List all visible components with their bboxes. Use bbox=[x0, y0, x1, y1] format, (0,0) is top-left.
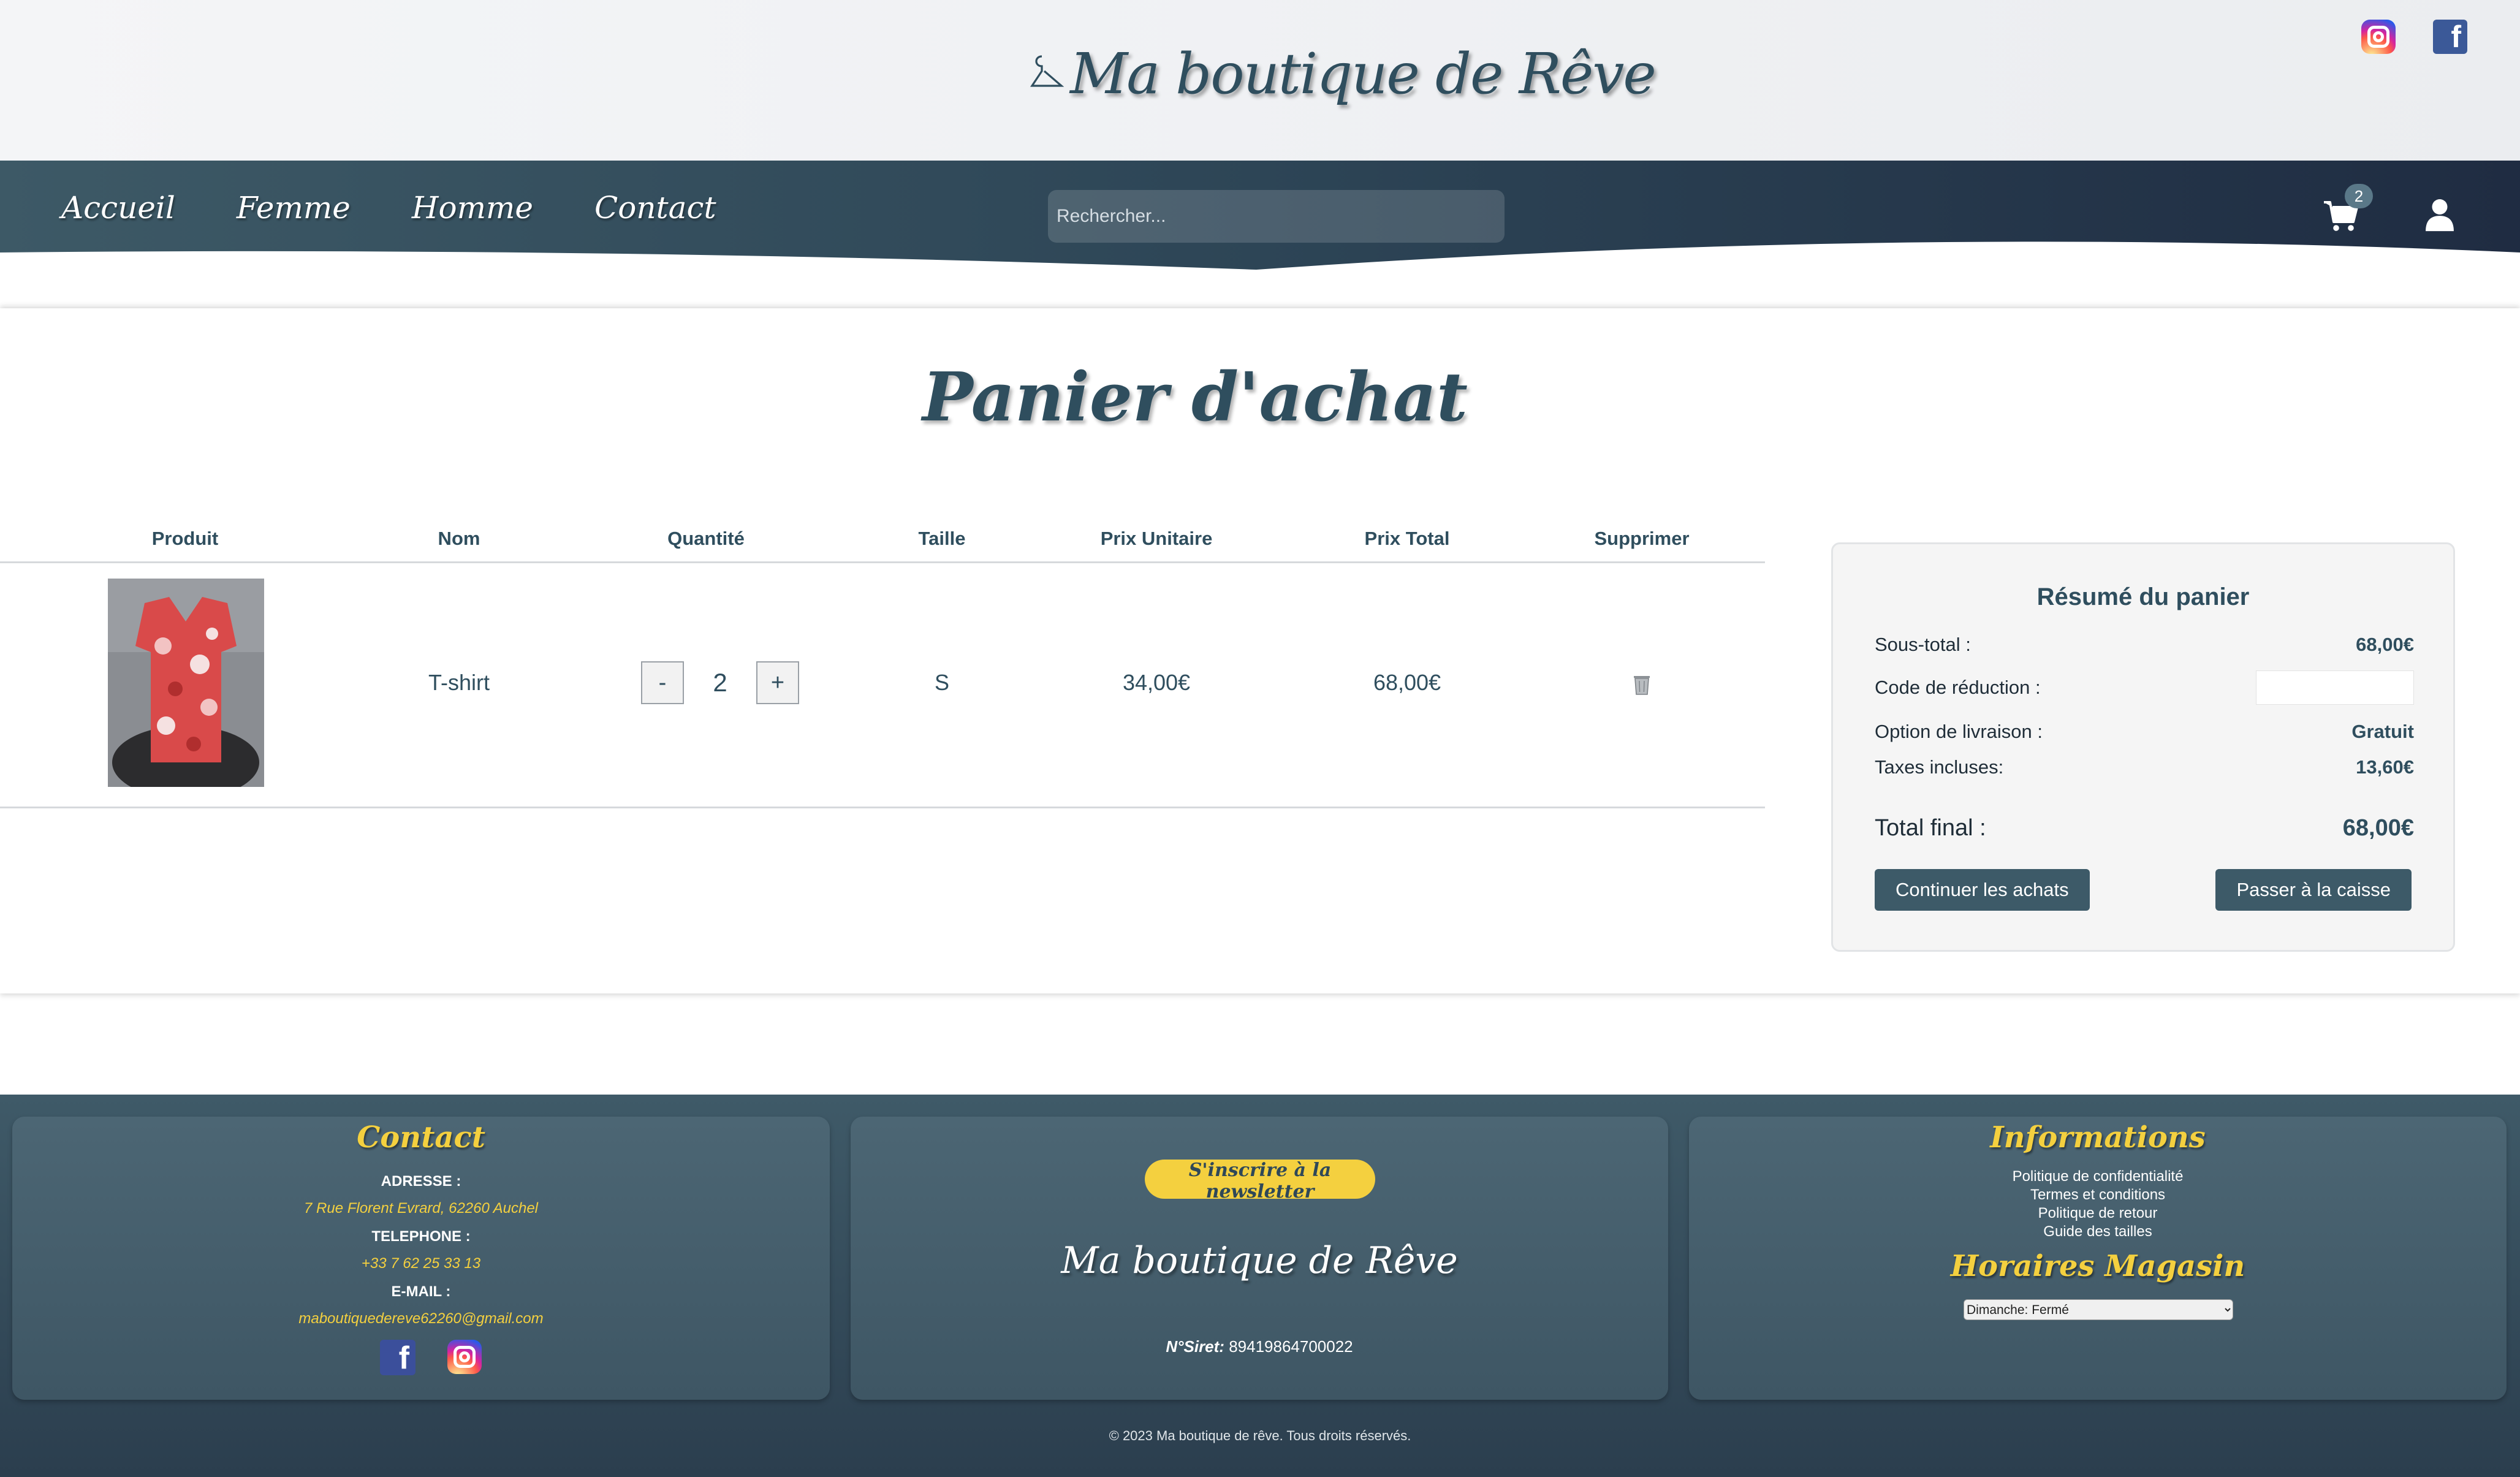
store-hours-select[interactable]: Dimanche: Fermé bbox=[1964, 1299, 2233, 1320]
privacy-policy-link[interactable]: Politique de confidentialité bbox=[1689, 1168, 2507, 1185]
hanger-icon bbox=[1030, 55, 1065, 87]
logo-text: Ma boutique de Rêve bbox=[1070, 40, 1657, 107]
site-footer: Contact ADRESSE : 7 Rue Florent Evrard, … bbox=[0, 1095, 2520, 1477]
address-label: ADRESSE : bbox=[381, 1173, 461, 1190]
facebook-icon[interactable]: f bbox=[2433, 20, 2467, 54]
product-image[interactable] bbox=[108, 579, 264, 787]
phone-value[interactable]: +33 7 62 25 33 13 bbox=[12, 1255, 830, 1272]
size-guide-link[interactable]: Guide des tailles bbox=[1689, 1223, 2507, 1240]
promo-row: Code de réduction : bbox=[1875, 670, 2414, 705]
subtotal-label: Sous-total : bbox=[1875, 634, 1971, 655]
product-size: S bbox=[934, 670, 950, 695]
promo-code-input[interactable] bbox=[2256, 670, 2414, 705]
quantity-stepper: - 2 + bbox=[641, 661, 799, 704]
nav-link-femme[interactable]: Femme bbox=[237, 190, 351, 226]
footer-socials: f bbox=[380, 1340, 482, 1375]
total-value: 68,00€ bbox=[2342, 815, 2414, 841]
newsletter-subscribe-button[interactable]: S'inscrire à la newsletter bbox=[1145, 1160, 1375, 1202]
subtotal-row: Sous-total : 68,00€ bbox=[1875, 634, 2414, 656]
address-value: 7 Rue Florent Evrard, 62260 Auchel bbox=[304, 1200, 538, 1217]
siret-value: 89419864700022 bbox=[1229, 1337, 1353, 1356]
instagram-icon[interactable] bbox=[447, 1340, 482, 1375]
contact-heading: Contact bbox=[357, 1120, 485, 1155]
product-name: T-shirt bbox=[428, 670, 490, 695]
terms-link[interactable]: Termes et conditions bbox=[1689, 1187, 2507, 1204]
cart-summary-panel: Résumé du panier Sous-total : 68,00€ Cod… bbox=[1831, 542, 2455, 952]
search-input[interactable] bbox=[1048, 190, 1505, 243]
shipping-label: Option de livraison : bbox=[1875, 721, 2043, 742]
total-label: Total final : bbox=[1875, 815, 1986, 841]
shipping-row: Option de livraison : Gratuit bbox=[1875, 721, 2414, 743]
nav-links: Accueil Femme Homme Contact bbox=[61, 190, 778, 226]
unit-price: 34,00€ bbox=[1122, 670, 1191, 695]
col-header-produit: Produit bbox=[151, 528, 219, 549]
col-header-nom: Nom bbox=[438, 528, 480, 549]
footer-logo: Ma boutique de Rêve bbox=[1061, 1239, 1458, 1282]
footer-info-card: Informations Politique de confidentialit… bbox=[1689, 1117, 2507, 1400]
subtotal-value: 68,00€ bbox=[2356, 634, 2414, 655]
cart-count-badge: 2 bbox=[2345, 184, 2373, 208]
phone-label: TELEPHONE : bbox=[371, 1228, 471, 1245]
total-price: 68,00€ bbox=[1373, 670, 1441, 695]
facebook-icon[interactable]: f bbox=[380, 1340, 416, 1375]
col-header-supprimer: Supprimer bbox=[1594, 528, 1690, 549]
continue-shopping-button[interactable]: Continuer les achats bbox=[1875, 869, 2090, 911]
email-value[interactable]: maboutiquedereve62260@gmail.com bbox=[12, 1310, 830, 1327]
shipping-value: Gratuit bbox=[2351, 721, 2414, 742]
top-header: Ma boutique de Rêve f bbox=[0, 0, 2520, 161]
info-heading: Informations bbox=[1990, 1120, 2206, 1155]
total-row: Total final : 68,00€ bbox=[1875, 815, 2414, 841]
col-header-prix-total: Prix Total bbox=[1364, 528, 1450, 549]
col-header-taille: Taille bbox=[918, 528, 966, 549]
promo-label: Code de réduction : bbox=[1875, 677, 2041, 698]
table-header: Produit Nom Quantité Taille Prix Unitair… bbox=[0, 517, 1765, 563]
page-title: Panier d'achat bbox=[922, 357, 1468, 436]
trash-icon[interactable] bbox=[1633, 674, 1651, 696]
col-header-quantite: Quantité bbox=[667, 528, 745, 549]
return-policy-link[interactable]: Politique de retour bbox=[1689, 1205, 2507, 1222]
tax-label: Taxes incluses: bbox=[1875, 756, 2004, 778]
instagram-icon[interactable] bbox=[2361, 20, 2396, 54]
hours-heading: Horaires Magasin bbox=[1950, 1249, 2245, 1283]
checkout-button[interactable]: Passer à la caisse bbox=[2215, 869, 2412, 911]
tax-value: 13,60€ bbox=[2356, 756, 2414, 778]
siret-label: N°Siret: bbox=[1166, 1337, 1224, 1356]
siret-info: N°Siret: 89419864700022 bbox=[851, 1337, 1668, 1356]
email-label: E-MAIL : bbox=[391, 1283, 451, 1300]
nav-link-contact[interactable]: Contact bbox=[594, 190, 716, 226]
summary-title: Résumé du panier bbox=[2036, 583, 2250, 610]
footer-newsletter-card: S'inscrire à la newsletter Ma boutique d… bbox=[851, 1117, 1668, 1400]
col-header-prix-unitaire: Prix Unitaire bbox=[1100, 528, 1213, 549]
tax-row: Taxes incluses: 13,60€ bbox=[1875, 756, 2414, 778]
quantity-decrement-button[interactable]: - bbox=[641, 661, 684, 704]
table-row: T-shirt - 2 + S 34,00€ 68,00€ bbox=[0, 563, 1765, 808]
nav-link-homme[interactable]: Homme bbox=[412, 190, 533, 226]
quantity-value: 2 bbox=[713, 668, 727, 697]
cart-table: Produit Nom Quantité Taille Prix Unitair… bbox=[0, 517, 1765, 808]
main-navbar: Accueil Femme Homme Contact 2 bbox=[0, 161, 2520, 270]
site-logo[interactable]: Ma boutique de Rêve bbox=[1030, 31, 1657, 116]
cart-section: Panier d'achat Produit Nom Quantité Tail… bbox=[0, 308, 2520, 993]
nav-link-accueil[interactable]: Accueil bbox=[61, 190, 175, 226]
quantity-increment-button[interactable]: + bbox=[756, 661, 799, 704]
copyright-text: © 2023 Ma boutique de rêve. Tous droits … bbox=[1109, 1428, 1411, 1443]
user-icon[interactable] bbox=[2424, 197, 2455, 232]
footer-contact-card: Contact ADRESSE : 7 Rue Florent Evrard, … bbox=[12, 1117, 830, 1400]
